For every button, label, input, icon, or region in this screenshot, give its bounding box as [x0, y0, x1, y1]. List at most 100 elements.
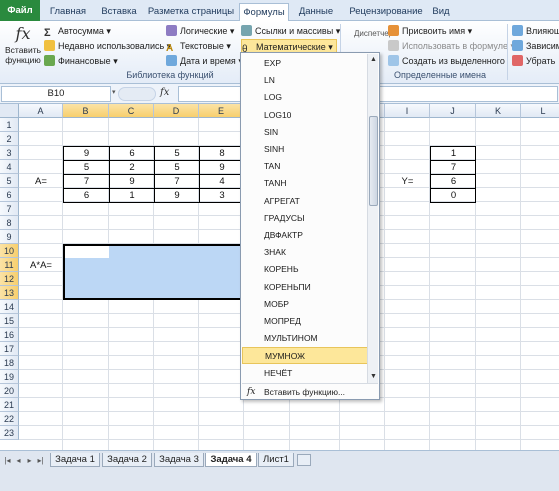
- column-header-b[interactable]: B: [63, 104, 109, 118]
- tab-home[interactable]: Главная: [44, 3, 92, 21]
- math-menu-item[interactable]: TAN: [242, 158, 368, 175]
- row-header-8[interactable]: 8: [0, 216, 19, 230]
- recent-functions-button[interactable]: Недавно использовались ▾: [44, 39, 171, 53]
- column-header-i[interactable]: I: [385, 104, 430, 118]
- cell-b3[interactable]: 9: [64, 147, 109, 161]
- cell-e6[interactable]: 3: [200, 189, 244, 203]
- row-header-12[interactable]: 12: [0, 272, 19, 286]
- select-all-corner[interactable]: [0, 104, 19, 118]
- row-header-23[interactable]: 23: [0, 426, 19, 440]
- row-header-4[interactable]: 4: [0, 160, 19, 174]
- cell-e3[interactable]: 8: [200, 147, 244, 161]
- cell-c4[interactable]: 2: [110, 161, 154, 175]
- column-header-c[interactable]: C: [109, 104, 154, 118]
- row-header-6[interactable]: 6: [0, 188, 19, 202]
- scroll-up-icon[interactable]: ▲: [369, 55, 378, 65]
- tab-formulas[interactable]: Формулы: [239, 3, 289, 22]
- math-button[interactable]: θ Математические ▾: [241, 39, 337, 55]
- cell-j6[interactable]: 0: [431, 189, 476, 203]
- cell-j5[interactable]: 6: [431, 175, 476, 189]
- row-header-17[interactable]: 17: [0, 342, 19, 356]
- scroll-thumb[interactable]: [369, 116, 378, 206]
- datetime-button[interactable]: Дата и время ▾: [166, 54, 243, 68]
- math-menu-item[interactable]: КОРЕНЬ: [242, 261, 368, 278]
- row-header-21[interactable]: 21: [0, 398, 19, 412]
- logical-button[interactable]: Логические ▾: [166, 24, 234, 38]
- row-header-13[interactable]: 13: [0, 286, 19, 300]
- column-header-l[interactable]: L: [521, 104, 559, 118]
- first-sheet-icon[interactable]: |◂: [3, 456, 12, 466]
- math-menu-item[interactable]: SINH: [242, 141, 368, 158]
- row-header-7[interactable]: 7: [0, 202, 19, 216]
- use-in-formula-button[interactable]: Использовать в формуле ▾: [388, 39, 515, 53]
- tab-file[interactable]: Файл: [0, 0, 40, 21]
- row-header-3[interactable]: 3: [0, 146, 19, 160]
- math-menu-item[interactable]: LOG10: [242, 107, 368, 124]
- math-menu-item[interactable]: НЕЧЁТ: [242, 365, 368, 382]
- remove-arrows-button[interactable]: Убрать: [512, 54, 555, 68]
- trace-dependents-button[interactable]: Зависим: [512, 39, 559, 53]
- math-menu-item[interactable]: ЗНАК: [242, 244, 368, 261]
- prev-sheet-icon[interactable]: ◂: [14, 456, 23, 466]
- cell-j4[interactable]: 7: [431, 161, 476, 175]
- math-menu-item[interactable]: МОБР: [242, 296, 368, 313]
- row-header-16[interactable]: 16: [0, 328, 19, 342]
- math-menu-item[interactable]: ДВФАКТР: [242, 227, 368, 244]
- assign-name-button[interactable]: Присвоить имя ▾: [388, 24, 472, 38]
- next-sheet-icon[interactable]: ▸: [25, 456, 34, 466]
- math-menu-item[interactable]: ГРАДУСЫ: [242, 210, 368, 227]
- row-header-14[interactable]: 14: [0, 300, 19, 314]
- column-header-k[interactable]: K: [476, 104, 521, 118]
- cell-b4[interactable]: 5: [64, 161, 109, 175]
- math-menu-item[interactable]: КОРЕНЬПИ: [242, 279, 368, 296]
- row-header-20[interactable]: 20: [0, 384, 19, 398]
- financial-button[interactable]: Финансовые ▾: [44, 54, 118, 68]
- math-menu-item[interactable]: АГРЕГАТ: [242, 193, 368, 210]
- math-menu-item[interactable]: LN: [242, 72, 368, 89]
- fx-icon[interactable]: fx: [160, 87, 169, 98]
- math-menu-item[interactable]: МУМНОЖ: [242, 347, 368, 365]
- last-sheet-icon[interactable]: ▸|: [36, 456, 45, 466]
- math-menu-item[interactable]: EXP: [242, 55, 368, 72]
- row-header-22[interactable]: 22: [0, 412, 19, 426]
- row-header-9[interactable]: 9: [0, 230, 19, 244]
- scroll-down-icon[interactable]: ▼: [369, 372, 378, 382]
- cell-j3[interactable]: 1: [431, 147, 476, 161]
- math-menu-item[interactable]: LOG: [242, 89, 368, 106]
- insert-sheet-icon[interactable]: [297, 454, 311, 466]
- cell-c6[interactable]: 1: [110, 189, 154, 203]
- math-menu-item[interactable]: МУЛЬТИНОМ: [242, 330, 368, 347]
- sheet-tab-4[interactable]: Задача 4: [205, 453, 257, 467]
- column-header-a[interactable]: A: [19, 104, 63, 118]
- trace-precedents-button[interactable]: Влияющ: [512, 24, 559, 38]
- dropdown-scrollbar[interactable]: ▲ ▼: [367, 54, 378, 384]
- column-header-j[interactable]: J: [430, 104, 476, 118]
- tab-page-layout[interactable]: Разметка страницы: [147, 3, 235, 21]
- cell-b5[interactable]: 7: [64, 175, 109, 189]
- autosum-button[interactable]: Σ Автосумма ▾: [44, 24, 111, 39]
- create-from-selection-button[interactable]: Создать из выделенного: [388, 54, 505, 68]
- cell-d5[interactable]: 7: [155, 175, 199, 189]
- column-header-e[interactable]: E: [199, 104, 244, 118]
- row-header-2[interactable]: 2: [0, 132, 19, 146]
- lookup-button[interactable]: Ссылки и массивы ▾: [241, 24, 340, 38]
- cell-c5[interactable]: 9: [110, 175, 154, 189]
- row-header-18[interactable]: 18: [0, 356, 19, 370]
- name-box-dropdown-icon[interactable]: ▾: [112, 88, 116, 96]
- formula-bar-handle[interactable]: [118, 87, 156, 101]
- cell-d3[interactable]: 5: [155, 147, 199, 161]
- active-cell-b10[interactable]: [65, 246, 109, 258]
- cell-e4[interactable]: 9: [200, 161, 244, 175]
- cell-a5-label[interactable]: A=: [19, 175, 63, 189]
- sheet-tab-2[interactable]: Задача 2: [102, 453, 152, 467]
- sheet-tab-3[interactable]: Задача 3: [154, 453, 204, 467]
- row-header-5[interactable]: 5: [0, 174, 19, 188]
- math-menu-item[interactable]: TANH: [242, 175, 368, 192]
- cell-a11-label[interactable]: A*A=: [19, 259, 63, 273]
- row-header-11[interactable]: 11: [0, 258, 19, 272]
- column-header-d[interactable]: D: [154, 104, 199, 118]
- cell-e5[interactable]: 4: [200, 175, 244, 189]
- row-header-19[interactable]: 19: [0, 370, 19, 384]
- row-header-15[interactable]: 15: [0, 314, 19, 328]
- sheet-tab-list1[interactable]: Лист1: [258, 453, 294, 467]
